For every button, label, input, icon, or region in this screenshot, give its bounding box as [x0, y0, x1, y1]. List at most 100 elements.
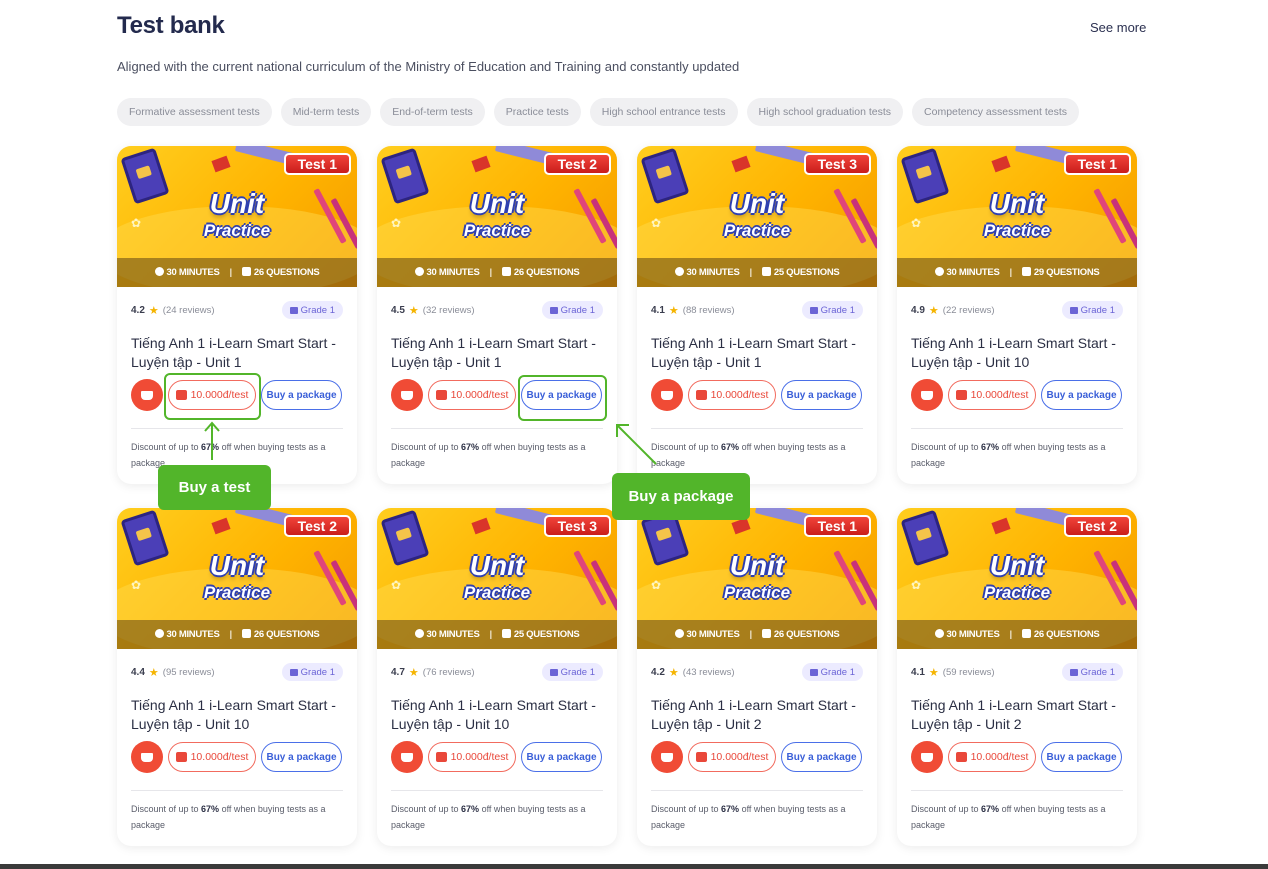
card-thumbnail[interactable]: ✿ Unit Practice Test 2 30 MINUTES | 26 Q…: [897, 508, 1137, 649]
buy-test-button[interactable]: 10.000đ/test: [168, 742, 256, 772]
buy-package-button[interactable]: Buy a package: [781, 742, 862, 772]
card-thumbnail[interactable]: ✿ Unit Practice Test 3 30 MINUTES | 25 Q…: [377, 508, 617, 649]
duration: 30 MINUTES: [934, 629, 1000, 640]
card-thumbnail[interactable]: ✿ Unit Practice Test 1 30 MINUTES | 26 Q…: [117, 146, 357, 287]
filter-chips: Formative assessment tests Mid-term test…: [117, 98, 1080, 126]
test-card[interactable]: ✿ Unit Practice Test 2 30 MINUTES | 26 Q…: [117, 508, 357, 846]
test-card[interactable]: ✿ Unit Practice Test 1 30 MINUTES | 26 Q…: [637, 508, 877, 846]
question-count: 26 QUESTIONS: [1021, 629, 1100, 640]
buy-package-button[interactable]: Buy a package: [261, 380, 342, 410]
filter-chip-hs-entrance[interactable]: High school entrance tests: [589, 98, 738, 126]
test-card[interactable]: ✿ Unit Practice Test 1 30 MINUTES | 26 Q…: [117, 146, 357, 484]
duration-label: 30 MINUTES: [686, 629, 740, 640]
grade-badge: Grade 1: [541, 663, 603, 681]
rating-row: 4.2 ★ (24 reviews) Grade 1: [131, 301, 343, 319]
price-label: 10.000đ/test: [710, 389, 769, 401]
card-meta: 30 MINUTES | 26 QUESTIONS: [117, 620, 357, 649]
discount-prefix: Discount of up to: [131, 442, 202, 452]
price-label: 10.000đ/test: [710, 751, 769, 763]
cart-button[interactable]: [651, 379, 683, 411]
card-actions: 10.000đ/test Buy a package: [391, 741, 603, 773]
filter-chip-midterm[interactable]: Mid-term tests: [280, 98, 372, 126]
buy-package-button[interactable]: Buy a package: [1041, 742, 1122, 772]
buy-test-button[interactable]: 10.000đ/test: [688, 380, 776, 410]
cart-button[interactable]: [391, 379, 423, 411]
card-title[interactable]: Tiếng Anh 1 i-Learn Smart Start - Luyện …: [911, 696, 1123, 734]
card-divider: [391, 790, 603, 791]
buy-test-button[interactable]: 10.000đ/test: [428, 742, 516, 772]
card-thumbnail[interactable]: ✿ Unit Practice Test 2 30 MINUTES | 26 Q…: [377, 146, 617, 287]
discount-note: Discount of up to 67% off when buying te…: [391, 801, 596, 833]
card-actions: 10.000đ/test Buy a package: [911, 741, 1123, 773]
filter-chip-competency[interactable]: Competency assessment tests: [912, 98, 1080, 126]
card-divider: [131, 428, 343, 429]
card-title[interactable]: Tiếng Anh 1 i-Learn Smart Start - Luyện …: [651, 334, 863, 372]
rating-row: 4.1 ★ (59 reviews) Grade 1: [911, 663, 1123, 681]
buy-package-button[interactable]: Buy a package: [781, 380, 862, 410]
buy-test-button[interactable]: 10.000đ/test: [948, 742, 1036, 772]
arrow-diagonal-icon: [616, 424, 657, 465]
rating-row: 4.1 ★ (88 reviews) Grade 1: [651, 301, 863, 319]
test-card[interactable]: ✿ Unit Practice Test 2 30 MINUTES | 26 Q…: [897, 508, 1137, 846]
eraser-icon: [211, 155, 231, 173]
card-thumbnail[interactable]: ✿ Unit Practice Test 1 30 MINUTES | 29 Q…: [897, 146, 1137, 287]
card-title[interactable]: Tiếng Anh 1 i-Learn Smart Start - Luyện …: [651, 696, 863, 734]
card-divider: [911, 428, 1123, 429]
review-count: (59 reviews): [942, 666, 995, 678]
cart-button[interactable]: [651, 741, 683, 773]
eraser-icon: [731, 517, 751, 535]
cart-button[interactable]: [131, 379, 163, 411]
grade-icon: [1069, 668, 1078, 676]
buy-package-button[interactable]: Buy a package: [261, 742, 342, 772]
question-count: 29 QUESTIONS: [1021, 267, 1100, 278]
buy-test-button[interactable]: 10.000đ/test: [428, 380, 516, 410]
test-card[interactable]: ✿ Unit Practice Test 3 30 MINUTES | 25 Q…: [377, 508, 617, 846]
duration-label: 30 MINUTES: [946, 629, 1000, 640]
duration: 30 MINUTES: [414, 629, 480, 640]
card-title[interactable]: Tiếng Anh 1 i-Learn Smart Start - Luyện …: [131, 334, 343, 372]
chat-icon: [241, 629, 251, 638]
card-title[interactable]: Tiếng Anh 1 i-Learn Smart Start - Luyện …: [131, 696, 343, 734]
rating-value: 4.1: [651, 304, 665, 316]
question-count-label: 26 QUESTIONS: [1033, 629, 1100, 640]
filter-chip-practice[interactable]: Practice tests: [493, 98, 581, 126]
filter-chip-endterm[interactable]: End-of-term tests: [380, 98, 485, 126]
test-card[interactable]: ✿ Unit Practice Test 2 30 MINUTES | 26 Q…: [377, 146, 617, 484]
buy-test-button[interactable]: 10.000đ/test: [688, 742, 776, 772]
cart-button[interactable]: [131, 741, 163, 773]
duration: 30 MINUTES: [934, 267, 1000, 278]
star-icon: ★: [408, 666, 419, 679]
review-count: (43 reviews): [682, 666, 735, 678]
card-thumbnail[interactable]: ✿ Unit Practice Test 2 30 MINUTES | 26 Q…: [117, 508, 357, 649]
thumb-title: Unit: [469, 550, 525, 581]
card-divider: [131, 790, 343, 791]
cart-button[interactable]: [911, 741, 943, 773]
grade-label: Grade 1: [560, 666, 595, 678]
price-label: 10.000đ/test: [190, 751, 249, 763]
test-card[interactable]: ✿ Unit Practice Test 1 30 MINUTES | 29 Q…: [897, 146, 1137, 484]
cart-button[interactable]: [911, 379, 943, 411]
buy-package-button[interactable]: Buy a package: [1041, 380, 1122, 410]
card-thumbnail[interactable]: ✿ Unit Practice Test 3 30 MINUTES | 25 Q…: [637, 146, 877, 287]
card-title[interactable]: Tiếng Anh 1 i-Learn Smart Start - Luyện …: [391, 696, 603, 734]
buy-package-button[interactable]: Buy a package: [521, 742, 602, 772]
cart-button[interactable]: [391, 741, 423, 773]
filter-chip-formative[interactable]: Formative assessment tests: [117, 98, 272, 126]
filter-chip-hs-graduation[interactable]: High school graduation tests: [746, 98, 904, 126]
grade-icon: [549, 668, 558, 676]
card-title[interactable]: Tiếng Anh 1 i-Learn Smart Start - Luyện …: [911, 334, 1123, 372]
arrow-up-icon: [204, 421, 220, 460]
buy-test-button[interactable]: 10.000đ/test: [948, 380, 1036, 410]
see-more-link[interactable]: See more: [1090, 20, 1146, 35]
discount-note: Discount of up to 67% off when buying te…: [651, 439, 856, 471]
duration: 30 MINUTES: [154, 267, 220, 278]
duration: 30 MINUTES: [154, 629, 220, 640]
bag-icon: [955, 390, 967, 400]
card-title[interactable]: Tiếng Anh 1 i-Learn Smart Start - Luyện …: [391, 334, 603, 372]
eraser-icon: [471, 517, 491, 535]
review-count: (32 reviews): [422, 304, 475, 316]
meta-separator: |: [749, 629, 753, 640]
test-card[interactable]: ✿ Unit Practice Test 3 30 MINUTES | 25 Q…: [637, 146, 877, 484]
card-actions: 10.000đ/test Buy a package: [651, 741, 863, 773]
card-thumbnail[interactable]: ✿ Unit Practice Test 1 30 MINUTES | 26 Q…: [637, 508, 877, 649]
